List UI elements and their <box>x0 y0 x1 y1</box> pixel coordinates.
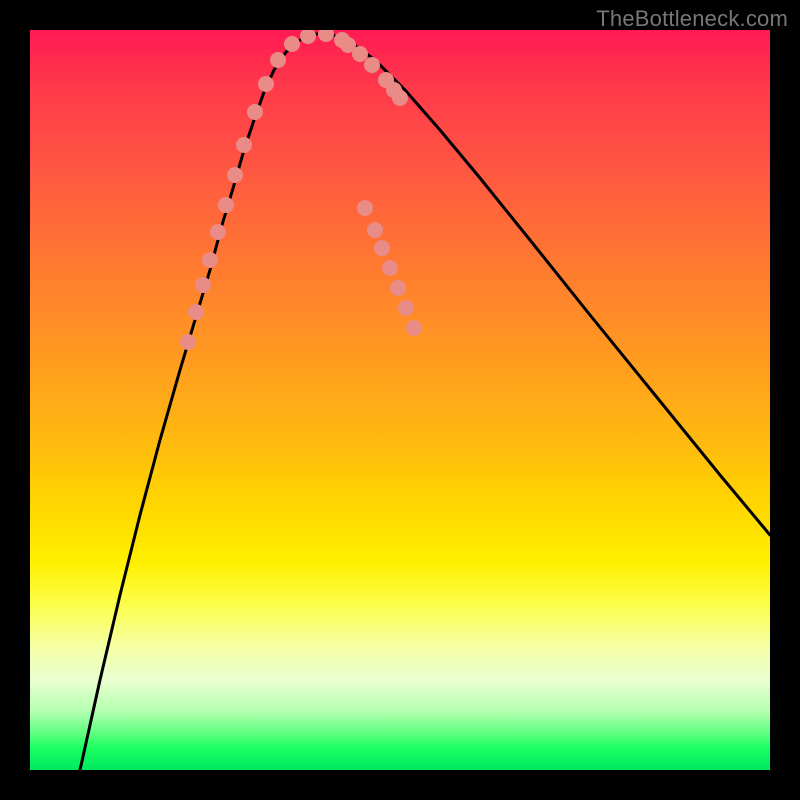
highlight-dots <box>180 30 422 350</box>
watermark-text: TheBottleneck.com <box>596 6 788 32</box>
plot-area <box>30 30 770 770</box>
curve-svg <box>30 30 770 770</box>
bottleneck-curve <box>80 34 770 770</box>
chart-frame: TheBottleneck.com <box>0 0 800 800</box>
